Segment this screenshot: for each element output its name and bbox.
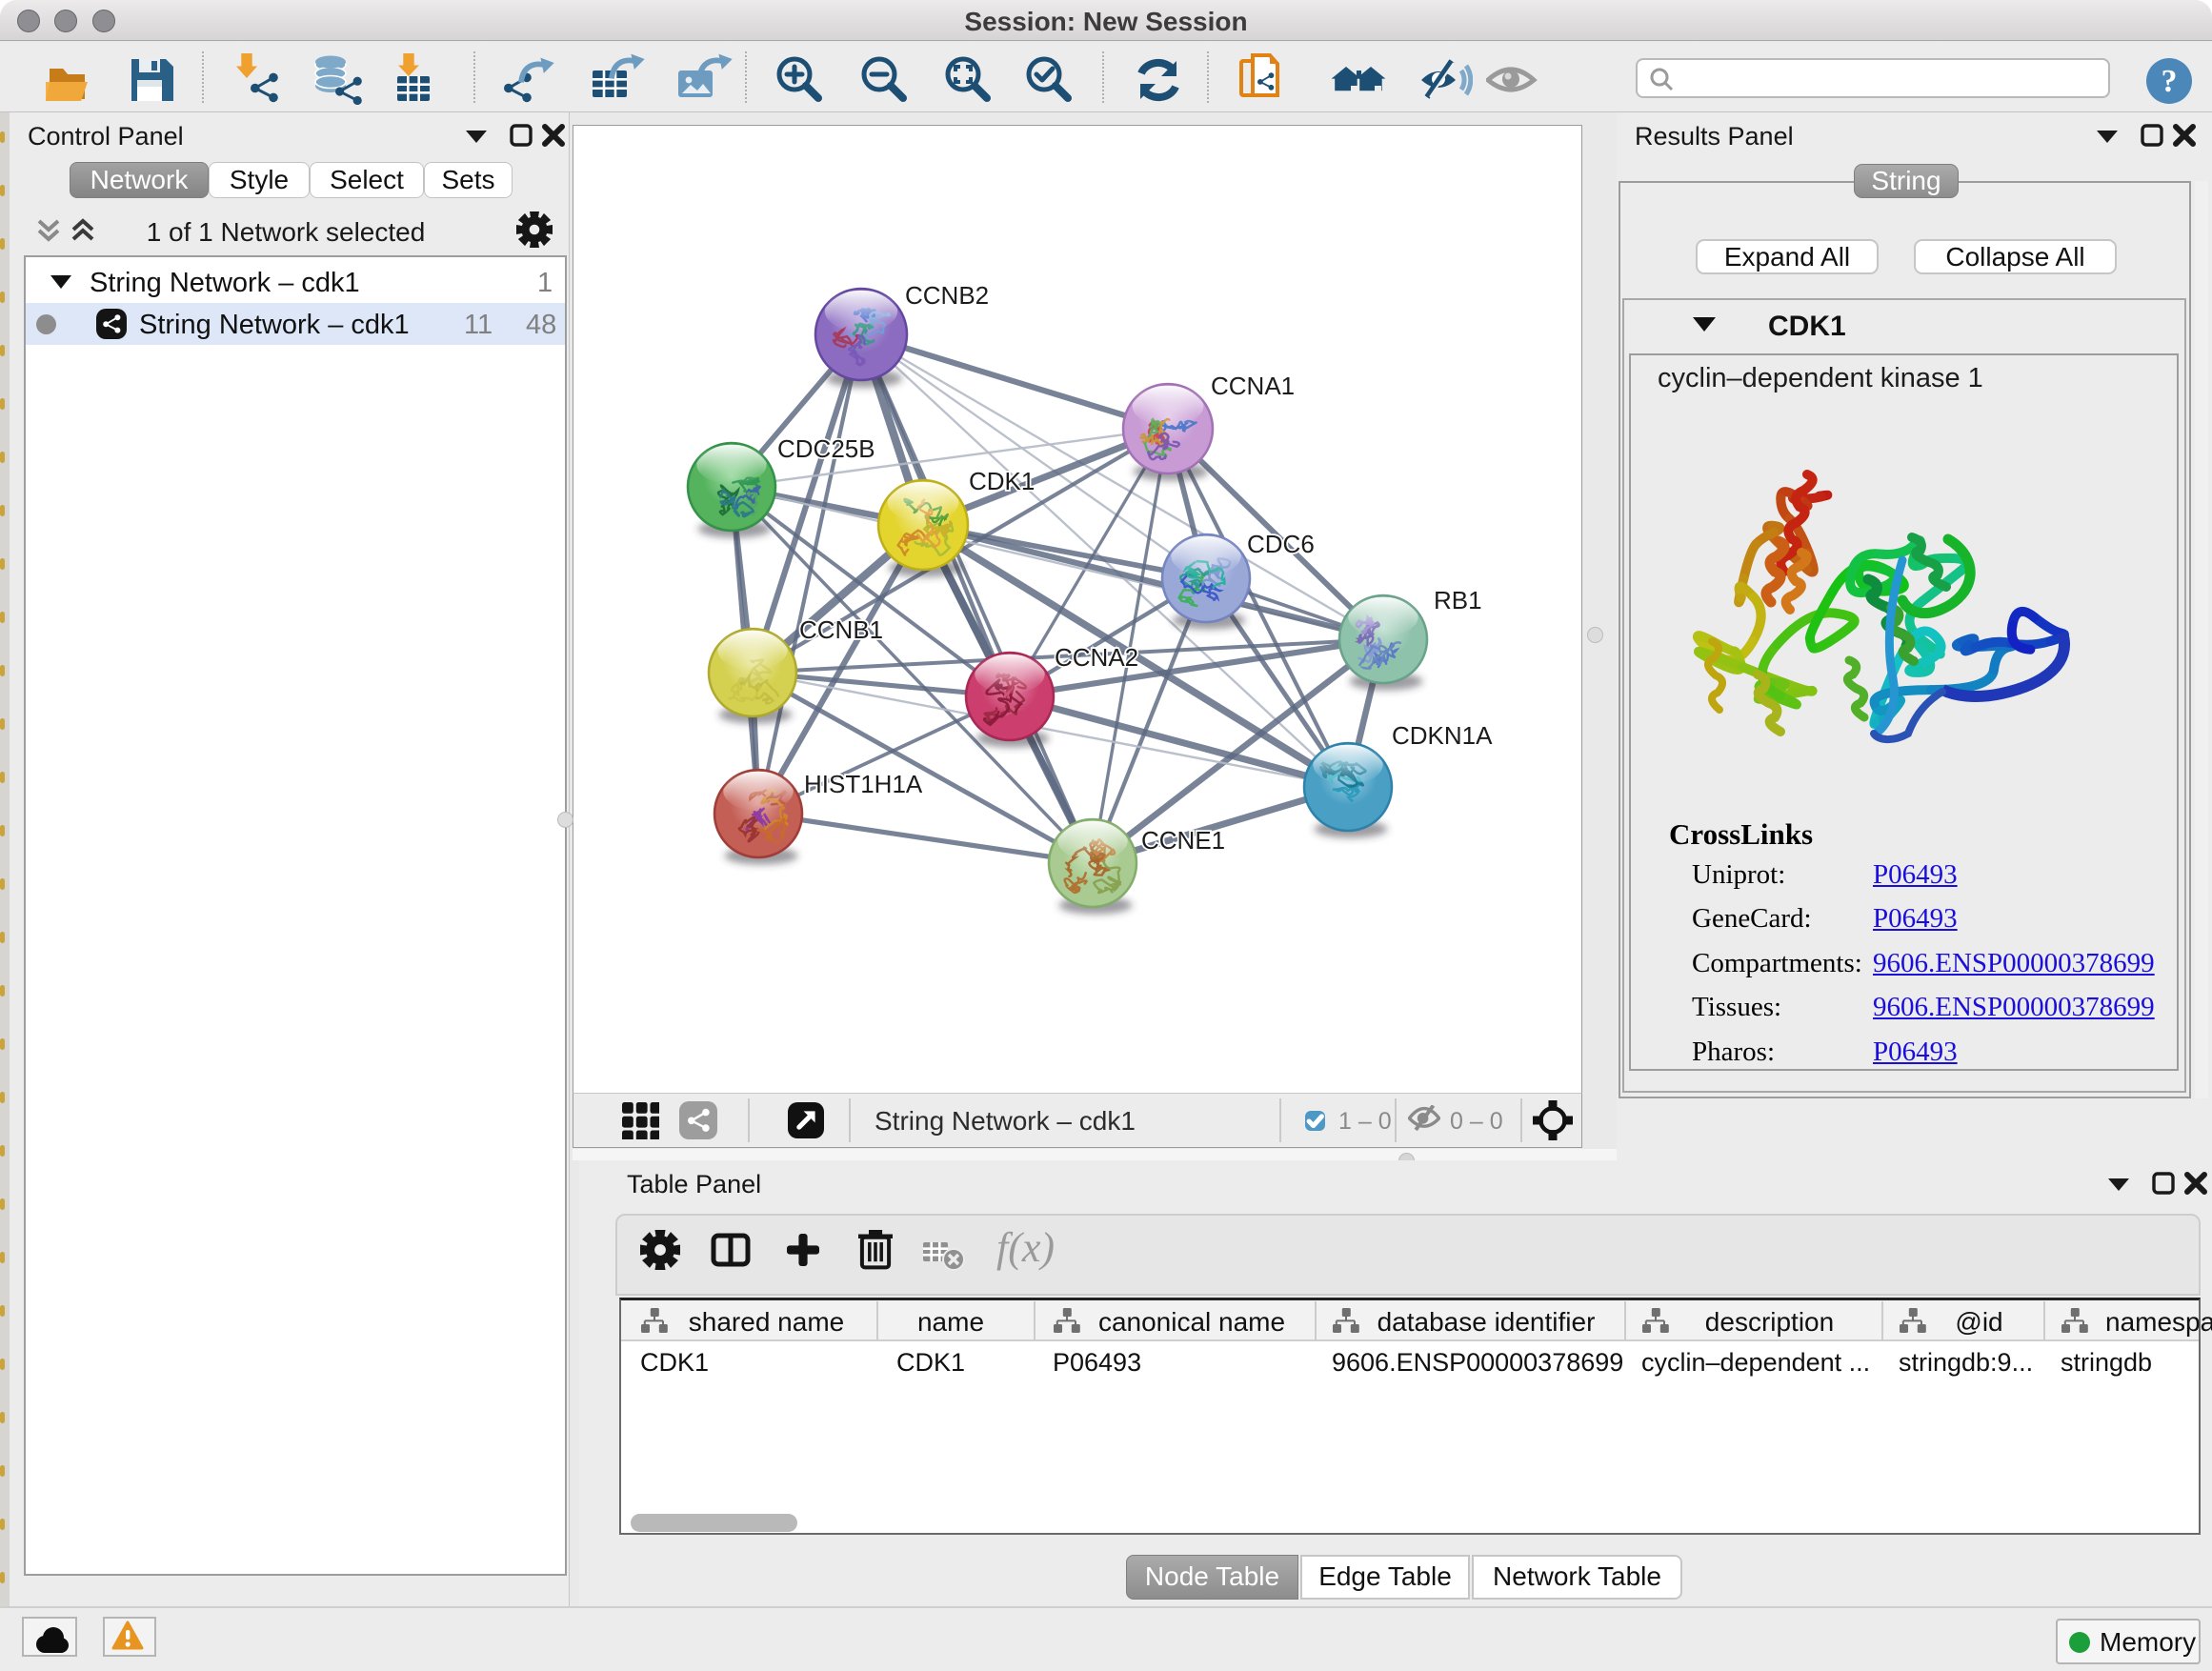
svg-text:CCNA1: CCNA1 — [1211, 372, 1295, 400]
svg-text:CDK1: CDK1 — [969, 467, 1035, 495]
svg-text:CCNB1: CCNB1 — [799, 615, 883, 644]
svg-text:CDC25B: CDC25B — [777, 434, 875, 463]
svg-text:?: ? — [2162, 64, 2178, 99]
svg-text:CDC6: CDC6 — [1247, 530, 1315, 558]
svg-text:HIST1H1A: HIST1H1A — [804, 770, 923, 798]
svg-text:CDKN1A: CDKN1A — [1392, 721, 1493, 750]
svg-text:CCNA2: CCNA2 — [1055, 643, 1138, 672]
svg-text:CCNE1: CCNE1 — [1141, 826, 1225, 855]
svg-text:CCNB2: CCNB2 — [905, 281, 989, 310]
svg-text:RB1: RB1 — [1434, 586, 1482, 614]
